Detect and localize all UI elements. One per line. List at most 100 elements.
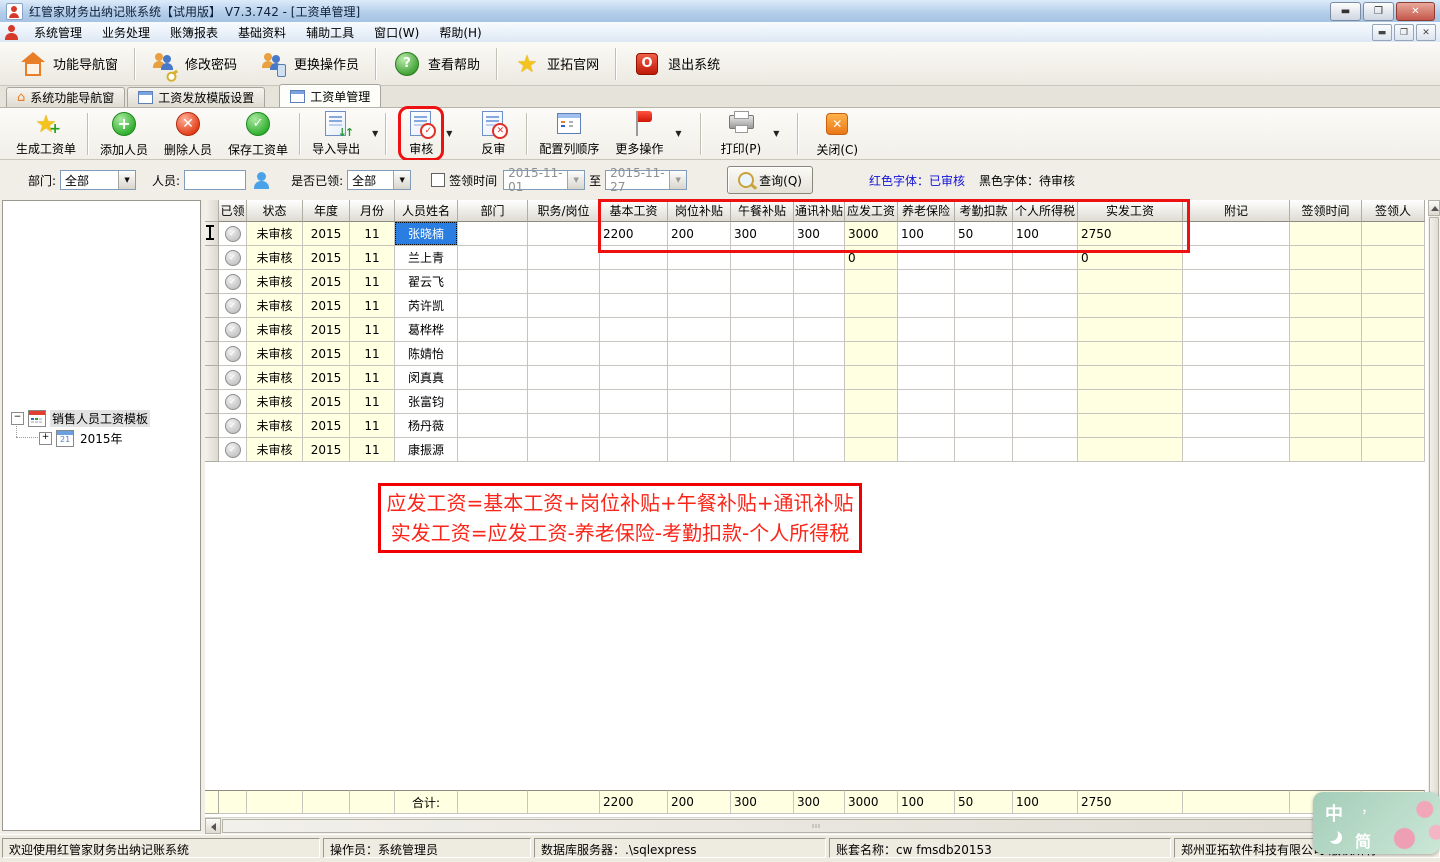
cell-dept[interactable] <box>458 390 528 414</box>
tab-template-setup[interactable]: 工资发放模版设置 <box>127 87 265 107</box>
column-header-position[interactable]: 职务/岗位 <box>528 200 600 222</box>
cell-lunch-allowance[interactable] <box>731 366 794 390</box>
cell-name[interactable]: 闵真真 <box>395 366 458 390</box>
cell-net-pay[interactable] <box>1078 390 1183 414</box>
cell-position[interactable] <box>528 294 600 318</box>
cell-signed[interactable]: ✓ <box>219 270 247 294</box>
cell-pension[interactable] <box>898 342 955 366</box>
cell-attendance-deduction[interactable] <box>955 438 1013 462</box>
cell-sign-time[interactable] <box>1290 438 1362 462</box>
column-header-signed[interactable]: 已领 <box>219 200 247 222</box>
cell-lunch-allowance[interactable] <box>731 318 794 342</box>
cell-note[interactable] <box>1183 318 1290 342</box>
person-input[interactable] <box>184 170 246 190</box>
cell-income-tax[interactable] <box>1013 342 1078 366</box>
cell-month[interactable]: 11 <box>350 222 395 246</box>
cell-position[interactable] <box>528 318 600 342</box>
cell-attendance-deduction[interactable] <box>955 294 1013 318</box>
cell-status[interactable]: 未审核 <box>247 366 303 390</box>
cell-attendance-deduction[interactable] <box>955 414 1013 438</box>
cell-base-salary[interactable] <box>600 246 668 270</box>
cell-net-pay[interactable] <box>1078 270 1183 294</box>
cell-dept[interactable] <box>458 366 528 390</box>
cell-year[interactable]: 2015 <box>303 414 350 438</box>
menu-reports[interactable]: 账簿报表 <box>160 22 228 43</box>
cell-dept[interactable] <box>458 246 528 270</box>
cell-signer[interactable] <box>1362 438 1425 462</box>
cell-note[interactable] <box>1183 270 1290 294</box>
menu-business[interactable]: 业务处理 <box>92 22 160 43</box>
cell-gross-pay[interactable]: 3000 <box>845 222 898 246</box>
column-header-sign-time[interactable]: 签领时间 <box>1290 200 1362 222</box>
cell-dept[interactable] <box>458 294 528 318</box>
dept-select[interactable]: 全部 ▼ <box>60 170 136 190</box>
switch-operator-button[interactable]: 更换操作员 <box>249 47 371 81</box>
column-header-comm-allowance[interactable]: 通讯补贴 <box>794 200 845 222</box>
cell-sign-time[interactable] <box>1290 270 1362 294</box>
cell-comm-allowance[interactable] <box>794 246 845 270</box>
cell-position[interactable] <box>528 342 600 366</box>
cell-note[interactable] <box>1183 246 1290 270</box>
exit-button[interactable]: O 退出系统 <box>621 46 732 82</box>
cell-comm-allowance[interactable] <box>794 366 845 390</box>
generate-payroll-button[interactable]: ★+ 生成工资单 <box>8 109 84 159</box>
cell-post-allowance[interactable] <box>668 366 731 390</box>
save-payroll-button[interactable]: ✓ 保存工资单 <box>220 108 296 160</box>
cell-dept[interactable] <box>458 222 528 246</box>
cell-signer[interactable] <box>1362 222 1425 246</box>
total-month[interactable] <box>350 790 395 814</box>
cell-status[interactable]: 未审核 <box>247 246 303 270</box>
cell-base-salary[interactable] <box>600 390 668 414</box>
cell-sign-time[interactable] <box>1290 366 1362 390</box>
cell-name[interactable]: 张晓楠 <box>395 222 458 246</box>
cell-signed[interactable]: ✓ <box>219 414 247 438</box>
cell-lunch-allowance[interactable] <box>731 270 794 294</box>
horizontal-scroll-thumb[interactable] <box>222 819 1410 833</box>
cell-signer[interactable] <box>1362 342 1425 366</box>
row-selector[interactable] <box>205 270 219 294</box>
cell-signed[interactable]: ✓ <box>219 342 247 366</box>
cell-comm-allowance[interactable] <box>794 438 845 462</box>
cell-attendance-deduction[interactable] <box>955 270 1013 294</box>
query-button[interactable]: 查询(Q) <box>727 166 813 194</box>
cell-name[interactable]: 葛桦桦 <box>395 318 458 342</box>
audit-button[interactable]: ✓ 审核 <box>400 109 442 159</box>
ime-lang-indicator[interactable]: 中 <box>1325 800 1343 826</box>
print-button[interactable]: 打印(P) <box>713 109 770 159</box>
cell-signed[interactable]: ✓ <box>219 390 247 414</box>
header-row-selector[interactable] <box>205 200 219 222</box>
cell-net-pay[interactable]: 2750 <box>1078 222 1183 246</box>
cell-year[interactable]: 2015 <box>303 270 350 294</box>
delete-person-button[interactable]: ✕ 删除人员 <box>156 108 220 160</box>
collapse-icon[interactable]: − <box>11 412 24 425</box>
cell-pension[interactable] <box>898 246 955 270</box>
cell-lunch-allowance[interactable] <box>731 342 794 366</box>
cell-post-allowance[interactable] <box>668 438 731 462</box>
cell-post-allowance[interactable] <box>668 342 731 366</box>
cell-year[interactable]: 2015 <box>303 318 350 342</box>
cell-comm-allowance[interactable] <box>794 270 845 294</box>
date-from-select[interactable]: 2015-11-01 ▼ <box>503 170 585 190</box>
cell-dept[interactable] <box>458 318 528 342</box>
cell-net-pay[interactable] <box>1078 294 1183 318</box>
cell-comm-allowance[interactable]: 300 <box>794 222 845 246</box>
cell-gross-pay[interactable] <box>845 438 898 462</box>
total-signed[interactable] <box>219 790 247 814</box>
cell-note[interactable] <box>1183 294 1290 318</box>
cell-status[interactable]: 未审核 <box>247 390 303 414</box>
total-base-salary[interactable]: 2200 <box>600 790 668 814</box>
cell-month[interactable]: 11 <box>350 270 395 294</box>
cell-signer[interactable] <box>1362 246 1425 270</box>
cell-attendance-deduction[interactable] <box>955 318 1013 342</box>
cell-name[interactable]: 康振源 <box>395 438 458 462</box>
cell-status[interactable]: 未审核 <box>247 318 303 342</box>
cell-sign-time[interactable] <box>1290 294 1362 318</box>
cell-lunch-allowance[interactable] <box>731 438 794 462</box>
website-button[interactable]: ★ 亚拓官网 <box>502 47 611 81</box>
ime-widget[interactable]: 中 ， 简 <box>1313 792 1440 854</box>
cell-sign-time[interactable] <box>1290 222 1362 246</box>
cell-post-allowance[interactable] <box>668 246 731 270</box>
cell-note[interactable] <box>1183 390 1290 414</box>
restore-button[interactable]: ❐ <box>1363 2 1394 21</box>
cell-status[interactable]: 未审核 <box>247 270 303 294</box>
